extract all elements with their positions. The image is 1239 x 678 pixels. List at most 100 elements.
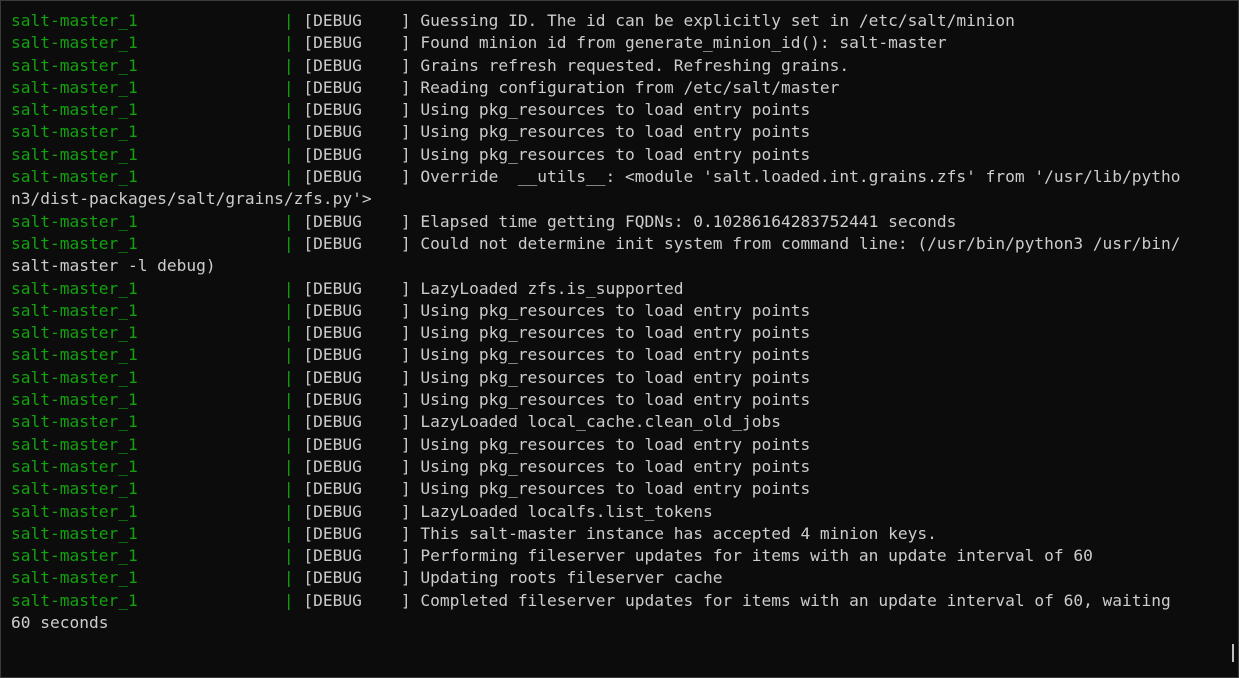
service-name: salt-master_1	[11, 300, 138, 320]
log-level-open: [	[293, 390, 314, 410]
log-level: DEBUG	[313, 367, 362, 387]
log-line: salt-master_1 | [DEBUG ] This salt-maste…	[11, 523, 1226, 545]
log-line: salt-master_1 | [DEBUG ] Performing file…	[11, 545, 1226, 567]
log-line: salt-master_1 | [DEBUG ] Using pkg_resou…	[11, 456, 1226, 478]
scrollbar-thumb[interactable]	[1232, 644, 1234, 662]
log-level-open: [	[293, 479, 314, 499]
log-level: DEBUG	[313, 434, 362, 454]
log-line: salt-master_1 | [DEBUG ] Using pkg_resou…	[11, 99, 1226, 121]
column-padding	[138, 435, 284, 454]
column-separator: |	[283, 100, 294, 120]
log-level-close: ]	[361, 479, 421, 499]
log-level-close: ]	[361, 211, 421, 231]
log-line: salt-master_1 | [DEBUG ] Grains refresh …	[11, 55, 1226, 77]
service-name: salt-master_1	[11, 434, 138, 454]
log-message: Using pkg_resources to load entry points	[420, 323, 811, 343]
service-name: salt-master_1	[11, 144, 138, 164]
log-message: Performing fileserver updates for items …	[420, 546, 1093, 566]
column-separator: |	[283, 11, 294, 30]
log-level-open: [	[293, 278, 314, 298]
log-line: salt-master_1 | [DEBUG ] Using pkg_resou…	[11, 478, 1226, 500]
column-separator: |	[283, 568, 294, 588]
log-line: salt-master_1 | [DEBUG ] LazyLoaded loca…	[11, 411, 1226, 433]
log-level: DEBUG	[313, 590, 362, 610]
log-level-close: ]	[361, 390, 421, 410]
log-message: Found minion id from generate_minion_id(…	[420, 33, 947, 53]
column-padding	[138, 502, 284, 521]
column-padding	[138, 457, 284, 476]
log-line: salt-master_1 | [DEBUG ] Using pkg_resou…	[11, 367, 1226, 389]
log-level-open: [	[293, 167, 314, 187]
column-separator: |	[283, 345, 294, 365]
log-level-open: [	[293, 546, 314, 566]
log-line: 60 seconds	[11, 612, 1226, 634]
log-level-close: ]	[361, 11, 421, 30]
column-padding	[138, 279, 284, 298]
log-level: DEBUG	[313, 144, 362, 164]
log-level-close: ]	[361, 367, 421, 387]
log-level-close: ]	[361, 167, 421, 187]
log-line: salt-master_1 | [DEBUG ] Using pkg_resou…	[11, 434, 1226, 456]
log-line: n3/dist-packages/salt/grains/zfs.py'>	[11, 188, 1226, 210]
column-padding	[138, 524, 284, 543]
log-level: DEBUG	[313, 278, 362, 298]
column-separator: |	[283, 523, 294, 543]
column-padding	[138, 167, 284, 186]
log-level-close: ]	[361, 300, 421, 320]
log-message: Using pkg_resources to load entry points	[420, 144, 811, 164]
terminal-window[interactable]: salt-master_1 | [DEBUG ] Guessing ID. Th…	[0, 0, 1239, 678]
log-level-close: ]	[361, 412, 421, 432]
log-line: salt-master_1 | [DEBUG ] Guessing ID. Th…	[11, 10, 1226, 32]
log-message: Guessing ID. The id can be explicitly se…	[420, 11, 1015, 30]
log-level-close: ]	[361, 233, 421, 253]
column-separator: |	[283, 590, 294, 610]
column-separator: |	[283, 211, 294, 231]
log-line: salt-master_1 | [DEBUG ] Reading configu…	[11, 77, 1226, 99]
log-level-open: [	[293, 211, 314, 231]
column-padding	[138, 212, 284, 231]
log-message: Using pkg_resources to load entry points	[420, 100, 811, 120]
log-level-close: ]	[361, 55, 421, 75]
log-level: DEBUG	[313, 568, 362, 588]
log-message: Using pkg_resources to load entry points	[420, 367, 811, 387]
log-level-open: [	[293, 345, 314, 365]
log-message: Elapsed time getting FQDNs: 0.1028616428…	[420, 211, 957, 231]
log-level-close: ]	[361, 568, 421, 588]
log-level-open: [	[293, 412, 314, 432]
log-line: salt-master_1 | [DEBUG ] Using pkg_resou…	[11, 144, 1226, 166]
log-level: DEBUG	[313, 300, 362, 320]
log-level: DEBUG	[313, 456, 362, 476]
log-line: salt-master_1 | [DEBUG ] Could not deter…	[11, 233, 1226, 255]
service-name: salt-master_1	[11, 278, 138, 298]
column-padding	[138, 412, 284, 431]
log-level: DEBUG	[313, 33, 362, 53]
column-padding	[138, 323, 284, 342]
column-padding	[138, 591, 284, 610]
log-level: DEBUG	[313, 211, 362, 231]
log-level: DEBUG	[313, 122, 362, 142]
log-level-close: ]	[361, 77, 421, 97]
log-message: This salt-master instance has accepted 4…	[420, 523, 937, 543]
log-line: salt-master_1 | [DEBUG ] Override __util…	[11, 166, 1226, 188]
column-separator: |	[283, 33, 294, 53]
service-name: salt-master_1	[11, 345, 138, 365]
log-message: Could not determine init system from com…	[420, 233, 1181, 253]
log-message: Using pkg_resources to load entry points	[420, 122, 811, 142]
log-line: salt-master -l debug)	[11, 255, 1226, 277]
log-level: DEBUG	[313, 233, 362, 253]
column-separator: |	[283, 501, 294, 521]
log-level-open: [	[293, 590, 314, 610]
log-level: DEBUG	[313, 546, 362, 566]
column-padding	[138, 568, 284, 587]
column-padding	[138, 301, 284, 320]
log-line: salt-master_1 | [DEBUG ] Updating roots …	[11, 567, 1226, 589]
column-padding	[138, 122, 284, 141]
service-name: salt-master_1	[11, 546, 138, 566]
log-level: DEBUG	[313, 100, 362, 120]
service-name: salt-master_1	[11, 568, 138, 588]
log-level-close: ]	[361, 122, 421, 142]
service-name: salt-master_1	[11, 100, 138, 120]
service-name: salt-master_1	[11, 77, 138, 97]
column-padding	[138, 56, 284, 75]
column-padding	[138, 368, 284, 387]
